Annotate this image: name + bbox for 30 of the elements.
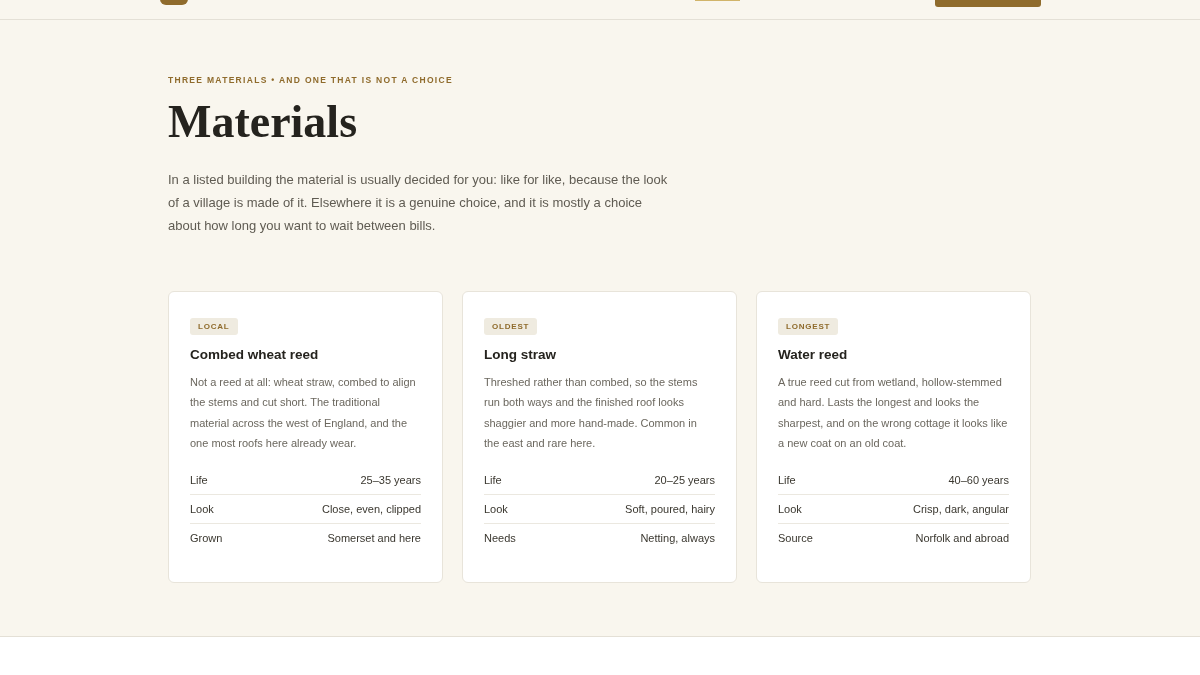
fact-value: 40–60 years [948,473,1009,486]
card-title: Long straw [484,346,557,362]
card-description: A true reed cut from wetland, hollow-stemmed and hard. Lasts the longest and looks the sharpest, and on the wrong cottage it looks like a new coat on an old coat. [778,374,1009,452]
fact-value: Crisp, dark, angular [913,502,1009,515]
intro-paragraph: In a listed building the material is usually decided for you: like for like, because the look of a village is made of it. Elsewhere it is a genuine choice, and it is mostly a choice about how long you want to wait between bills. [168,170,669,235]
fact-value: Netting, always [640,531,715,544]
card-tag: OLDEST [484,317,538,335]
fact-value: 20–25 years [654,473,715,486]
fact-label: Life [484,473,502,486]
fact-label: Look [778,502,802,515]
fact-value: Close, even, clipped [321,502,421,515]
fact-label: Look [484,502,508,515]
fact-label: Life [190,473,208,486]
fact-value: Soft, poured, hairy [625,502,715,515]
fact-label: Grown [190,531,223,544]
card-tag: LOCAL [190,317,238,335]
fact-label: Life [778,473,796,486]
fact-value: Norfolk and abroad [915,531,1009,544]
fact-label: Needs [484,531,516,544]
fact-label: Source [778,531,813,544]
card-description: Not a reed at all: wheat straw, combed to align the stems and cut short. The traditional material across the west of England, and the one most roofs here already wear. [190,374,417,452]
card-title: Water reed [778,346,849,362]
card-tag: LONGEST [778,317,839,335]
fact-value: 25–35 years [360,473,421,486]
card-description: Threshed rather than combed, so the stems run both ways and the finished roof looks shaggier and more hand-made. Common in the east and rare here. [484,374,699,452]
card-title: Combed wheat reed [190,346,320,362]
section-eyebrow: THREE MATERIALS • AND ONE THAT IS NOT A CHOICE [168,75,454,85]
page-title: Materials [168,97,359,148]
fact-label: Look [190,502,214,515]
fact-value: Somerset and here [327,531,421,544]
